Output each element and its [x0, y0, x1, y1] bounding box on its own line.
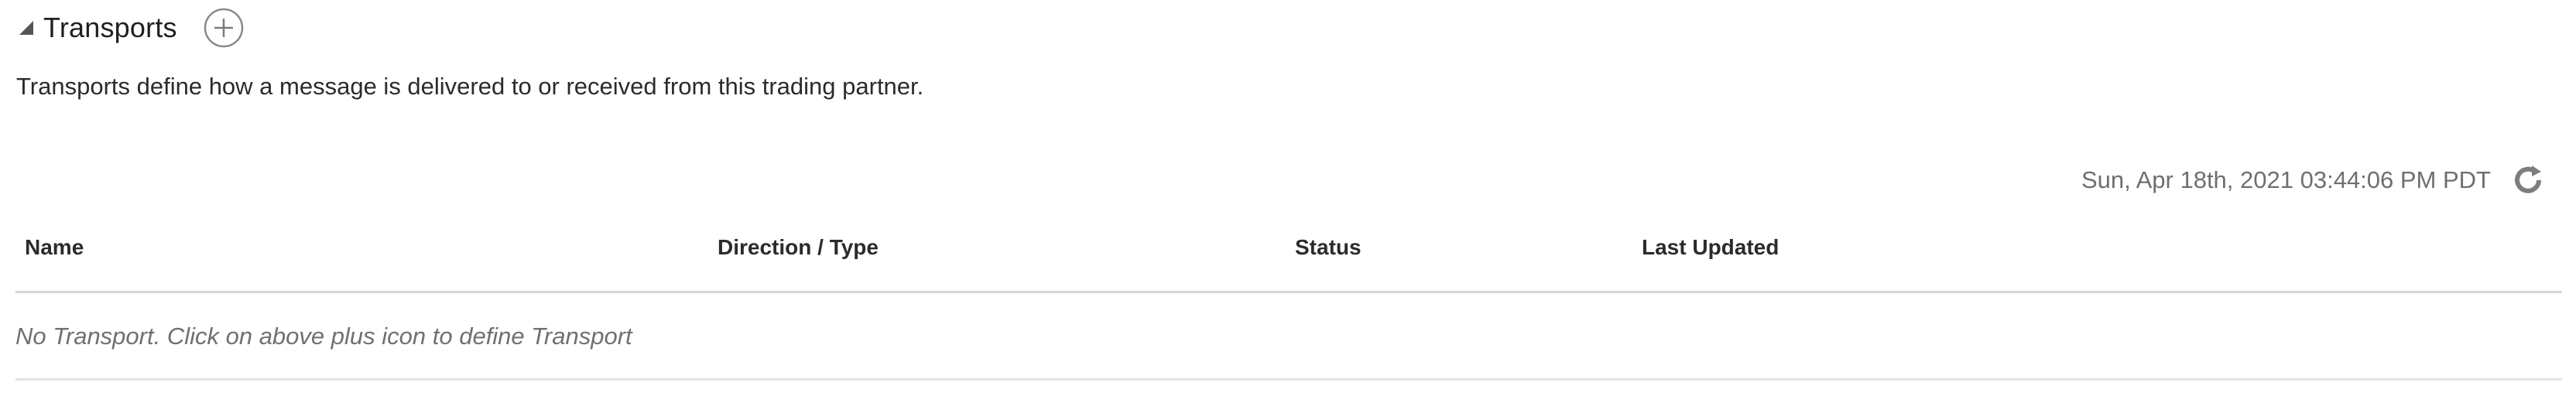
empty-table-message: No Transport. Click on above plus icon t…	[15, 323, 632, 350]
section-header: Transports	[15, 8, 244, 48]
last-refreshed-timestamp: Sun, Apr 18th, 2021 03:44:06 PM PDT	[2081, 166, 2491, 193]
add-transport-button[interactable]	[204, 8, 244, 48]
section-description: Transports define how a message is deliv…	[16, 73, 924, 100]
refresh-button[interactable]	[2506, 159, 2550, 202]
column-header-direction-type[interactable]: Direction / Type	[718, 235, 879, 260]
column-header-last-updated[interactable]: Last Updated	[1642, 235, 1779, 260]
section-title: Transports	[43, 12, 177, 43]
column-header-name[interactable]: Name	[25, 235, 84, 260]
table-header: Name Direction / Type Status Last Update…	[15, 224, 2562, 293]
column-header-status[interactable]: Status	[1295, 235, 1362, 260]
plus-circle-icon	[204, 8, 243, 48]
refresh-icon	[2515, 166, 2541, 193]
empty-table-row: No Transport. Click on above plus icon t…	[15, 293, 2562, 381]
transports-table: Name Direction / Type Status Last Update…	[15, 224, 2562, 381]
refresh-bar: Sun, Apr 18th, 2021 03:44:06 PM PDT	[2081, 159, 2550, 202]
collapse-triangle-icon[interactable]	[15, 17, 37, 39]
